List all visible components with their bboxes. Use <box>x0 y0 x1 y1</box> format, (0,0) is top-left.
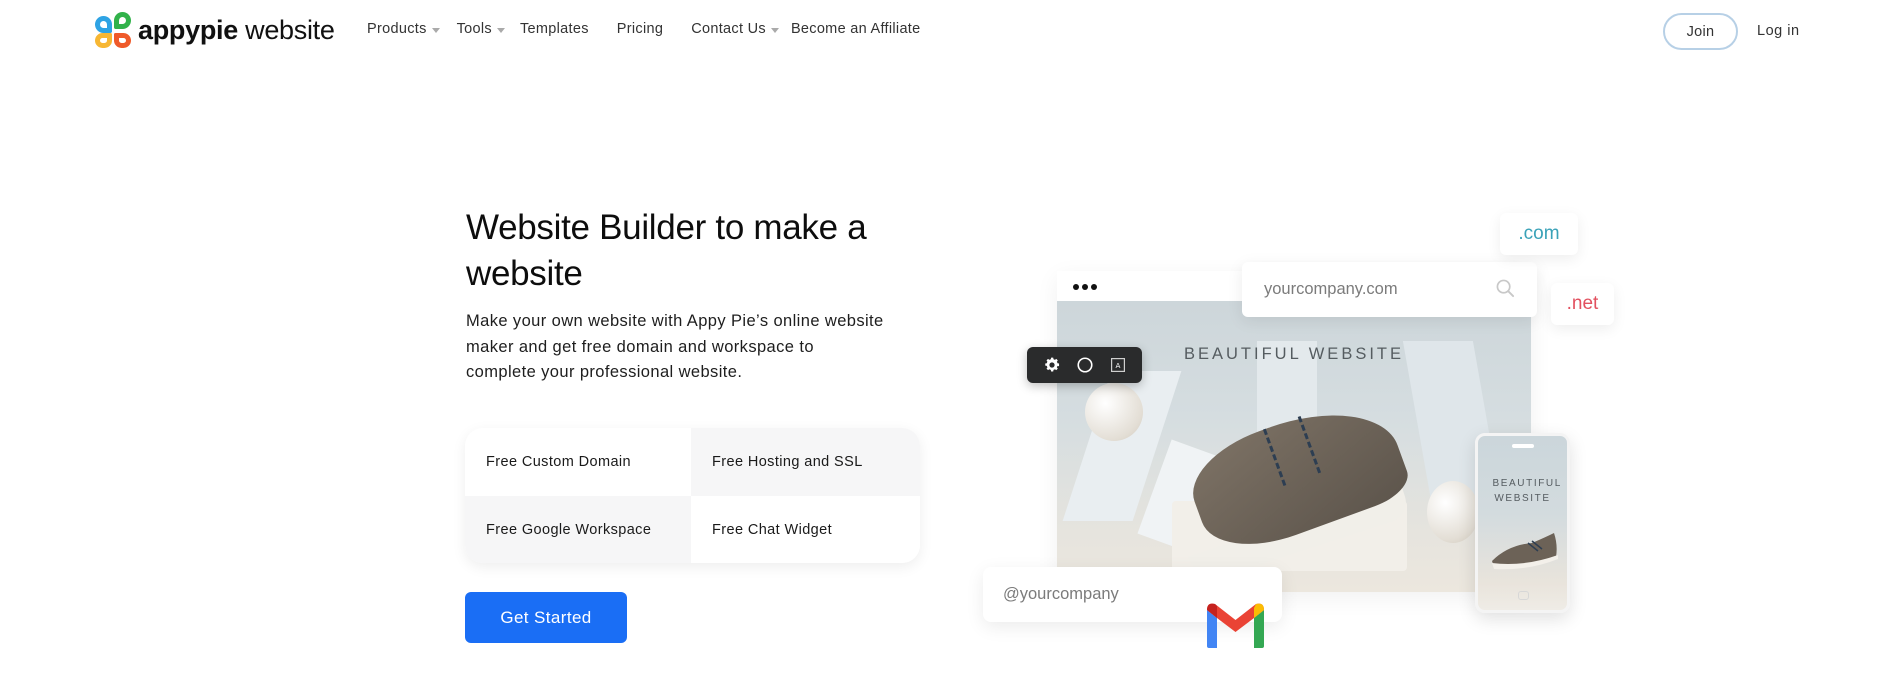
login-link[interactable]: Log in <box>1757 23 1800 39</box>
features-grid: Free Custom Domain Free Hosting and SSL … <box>465 428 920 563</box>
nav-products[interactable]: Products <box>367 21 440 37</box>
gear-icon[interactable] <box>1043 356 1061 374</box>
nav-pricing-label: Pricing <box>616 21 664 37</box>
text-box-icon[interactable]: A <box>1110 357 1126 373</box>
editor-toolbar: A <box>1027 347 1142 383</box>
chevron-down-icon <box>770 28 779 33</box>
nav-templates[interactable]: Templates <box>520 21 589 37</box>
circle-icon[interactable] <box>1076 356 1094 374</box>
nav-products-label: Products <box>367 21 427 37</box>
domain-search-box[interactable]: yourcompany.com <box>1242 262 1537 317</box>
shoe-hero-image: BEAUTIFUL WEBSITE <box>1057 301 1531 592</box>
hero-title: Website Builder to make a website <box>466 208 867 293</box>
phone-speaker <box>1512 444 1534 448</box>
tld-net-chip: .net <box>1551 283 1614 325</box>
feature-hosting-ssl: Free Hosting and SSL <box>691 428 920 496</box>
appypie-clover-logo-icon <box>95 12 133 48</box>
nav-become-affiliate-label: Become an Affiliate <box>790 21 921 37</box>
chevron-down-icon <box>496 28 505 33</box>
nav-become-affiliate[interactable]: Become an Affiliate <box>791 21 921 37</box>
nav-pricing[interactable]: Pricing <box>617 21 663 37</box>
feature-chat-widget: Free Chat Widget <box>691 496 920 563</box>
nav-templates-label: Templates <box>519 21 589 37</box>
join-button[interactable]: Join <box>1663 13 1738 50</box>
search-icon <box>1496 279 1515 298</box>
domain-search-value: yourcompany.com <box>1264 280 1398 298</box>
more-dots-icon <box>1073 284 1097 290</box>
svg-text:A: A <box>1116 361 1121 370</box>
gmail-icon <box>1207 603 1264 648</box>
nav-tools-label: Tools <box>456 21 492 37</box>
hero-description: Make your own website with Appy Pie’s on… <box>466 312 884 382</box>
feature-google-workspace: Free Google Workspace <box>465 496 691 563</box>
nav-contact-us[interactable]: Contact Us <box>691 21 779 37</box>
logo-wordmark: appypie website <box>138 14 335 45</box>
phone-mockup: BEAUTIFUL WEBSITE <box>1475 433 1570 613</box>
feature-custom-domain: Free Custom Domain <box>465 428 691 496</box>
get-started-button[interactable]: Get Started <box>465 592 627 643</box>
phone-banner-text: BEAUTIFUL WEBSITE <box>1492 478 1562 504</box>
tld-com-chip: .com <box>1500 213 1578 255</box>
main-nav: Products Tools Templates Pricing Contact… <box>367 21 921 37</box>
browser-mockup: BEAUTIFUL WEBSITE <box>1057 271 1531 592</box>
nav-contact-us-label: Contact Us <box>691 21 766 37</box>
chevron-down-icon <box>431 28 440 33</box>
email-value: @yourcompany <box>1003 585 1119 603</box>
nav-tools[interactable]: Tools <box>457 21 505 37</box>
phone-home-button <box>1518 591 1529 600</box>
appypie-logo[interactable]: appypie website <box>95 10 335 50</box>
phone-shoe-image <box>1492 533 1558 570</box>
